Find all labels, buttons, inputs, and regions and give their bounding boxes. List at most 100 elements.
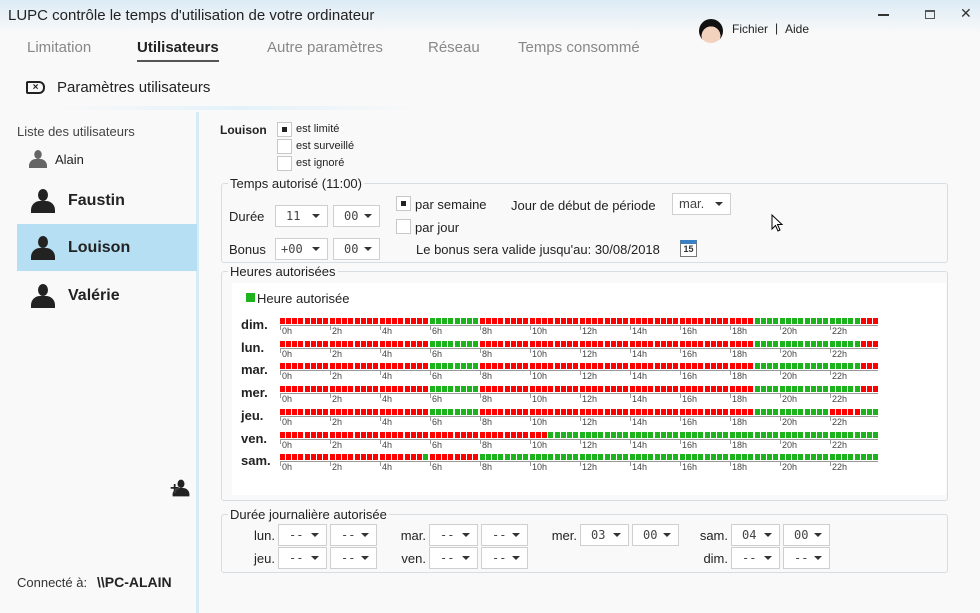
- tab-temps-consomme[interactable]: Temps consommé: [518, 39, 640, 56]
- schedule-cell-allowed[interactable]: [836, 318, 841, 324]
- schedule-cell-allowed[interactable]: [567, 431, 572, 438]
- schedule-cell-allowed[interactable]: [830, 318, 835, 324]
- schedule-cell-denied[interactable]: [286, 318, 291, 324]
- schedule-cell-denied[interactable]: [311, 363, 316, 370]
- schedule-cell-allowed[interactable]: [455, 363, 460, 370]
- schedule-cell-denied[interactable]: [636, 340, 641, 347]
- schedule-cell-denied[interactable]: [292, 363, 297, 370]
- schedule-cell-denied[interactable]: [336, 408, 341, 415]
- schedule-cell-denied[interactable]: [717, 318, 722, 324]
- schedule-cell-denied[interactable]: [561, 318, 566, 324]
- schedule-cell-denied[interactable]: [317, 454, 322, 461]
- schedule-cell-allowed[interactable]: [867, 454, 872, 461]
- schedule-cell-denied[interactable]: [323, 408, 328, 415]
- schedule-cell-denied[interactable]: [336, 454, 341, 461]
- schedule-cell-denied[interactable]: [505, 340, 510, 347]
- schedule-cell-allowed[interactable]: [448, 318, 453, 324]
- schedule-cell-allowed[interactable]: [773, 431, 778, 438]
- schedule-cell-allowed[interactable]: [786, 386, 791, 393]
- schedule-cell-allowed[interactable]: [773, 408, 778, 415]
- schedule-cell-allowed[interactable]: [711, 431, 716, 438]
- schedule-cell-denied[interactable]: [392, 408, 397, 415]
- schedule-cell-allowed[interactable]: [467, 318, 472, 324]
- schedule-cell-denied[interactable]: [705, 318, 710, 324]
- schedule-cell-allowed[interactable]: [430, 386, 435, 393]
- schedule-cell-denied[interactable]: [617, 318, 622, 324]
- schedule-cell-denied[interactable]: [523, 363, 528, 370]
- schedule-cell-allowed[interactable]: [755, 454, 760, 461]
- schedule-cell-denied[interactable]: [561, 386, 566, 393]
- schedule-cell-denied[interactable]: [680, 340, 685, 347]
- schedule-cell-denied[interactable]: [623, 318, 628, 324]
- schedule-cell-allowed[interactable]: [798, 431, 803, 438]
- schedule-cell-denied[interactable]: [455, 431, 460, 438]
- schedule-cell-allowed[interactable]: [767, 318, 772, 324]
- schedule-cell-denied[interactable]: [486, 431, 491, 438]
- schedule-cell-denied[interactable]: [517, 408, 522, 415]
- schedule-cell-allowed[interactable]: [648, 431, 653, 438]
- duree-hours-select[interactable]: 11: [275, 205, 328, 227]
- schedule-cell-allowed[interactable]: [767, 386, 772, 393]
- schedule-cell-allowed[interactable]: [830, 340, 835, 347]
- schedule-cell-allowed[interactable]: [767, 454, 772, 461]
- tab-utilisateurs[interactable]: Utilisateurs: [137, 39, 219, 62]
- schedule-cell-allowed[interactable]: [461, 386, 466, 393]
- schedule-cell-allowed[interactable]: [686, 431, 691, 438]
- schedule-cell-denied[interactable]: [648, 386, 653, 393]
- schedule-cell-denied[interactable]: [530, 340, 535, 347]
- schedule-cell-allowed[interactable]: [792, 408, 797, 415]
- schedule-cell-denied[interactable]: [505, 363, 510, 370]
- schedule-cell-denied[interactable]: [423, 431, 428, 438]
- schedule-cell-denied[interactable]: [717, 408, 722, 415]
- schedule-cell-denied[interactable]: [305, 363, 310, 370]
- schedule-cell-denied[interactable]: [742, 318, 747, 324]
- schedule-cell-denied[interactable]: [330, 431, 335, 438]
- schedule-cell-allowed[interactable]: [842, 318, 847, 324]
- schedule-cell-denied[interactable]: [605, 363, 610, 370]
- schedule-cell-denied[interactable]: [542, 386, 547, 393]
- schedule-cell-denied[interactable]: [386, 408, 391, 415]
- schedule-cell-denied[interactable]: [348, 431, 353, 438]
- schedule-cell-allowed[interactable]: [661, 454, 666, 461]
- schedule-cell-denied[interactable]: [405, 363, 410, 370]
- par-semaine-radio[interactable]: [396, 196, 411, 211]
- schedule-cell-denied[interactable]: [411, 431, 416, 438]
- schedule-cell-denied[interactable]: [492, 386, 497, 393]
- schedule-cell-denied[interactable]: [630, 386, 635, 393]
- schedule-cell-allowed[interactable]: [798, 408, 803, 415]
- schedule-cell-allowed[interactable]: [486, 454, 491, 461]
- schedule-cell-denied[interactable]: [873, 386, 878, 393]
- schedule-cell-denied[interactable]: [730, 318, 735, 324]
- schedule-cell-denied[interactable]: [480, 340, 485, 347]
- schedule-cell-allowed[interactable]: [680, 454, 685, 461]
- schedule-cell-allowed[interactable]: [830, 431, 835, 438]
- schedule-cell-denied[interactable]: [405, 431, 410, 438]
- schedule-cell-denied[interactable]: [348, 318, 353, 324]
- schedule-cell-denied[interactable]: [630, 408, 635, 415]
- schedule-cell-allowed[interactable]: [586, 431, 591, 438]
- schedule-cell-allowed[interactable]: [836, 363, 841, 370]
- schedule-cell-denied[interactable]: [355, 363, 360, 370]
- schedule-cell-denied[interactable]: [673, 408, 678, 415]
- jour-debut-select[interactable]: mar.: [672, 193, 731, 215]
- add-user-button[interactable]: +: [170, 476, 192, 497]
- schedule-cell-allowed[interactable]: [848, 386, 853, 393]
- schedule-cell-denied[interactable]: [673, 363, 678, 370]
- schedule-cell-denied[interactable]: [723, 408, 728, 415]
- schedule-cell-denied[interactable]: [292, 408, 297, 415]
- schedule-cell-allowed[interactable]: [855, 386, 860, 393]
- schedule-cell-denied[interactable]: [380, 454, 385, 461]
- close-button[interactable]: ✕: [960, 5, 972, 22]
- schedule-cell-denied[interactable]: [836, 408, 841, 415]
- schedule-cell-denied[interactable]: [567, 408, 572, 415]
- schedule-cell-denied[interactable]: [492, 431, 497, 438]
- schedule-cell-denied[interactable]: [373, 318, 378, 324]
- schedule-cell-denied[interactable]: [486, 318, 491, 324]
- schedule-cell-denied[interactable]: [530, 408, 535, 415]
- schedule-cell-allowed[interactable]: [811, 431, 816, 438]
- schedule-cell-denied[interactable]: [411, 318, 416, 324]
- maximize-button[interactable]: [925, 10, 935, 19]
- schedule-cell-denied[interactable]: [730, 340, 735, 347]
- schedule-cell-denied[interactable]: [292, 340, 297, 347]
- schedule-cell-allowed[interactable]: [836, 431, 841, 438]
